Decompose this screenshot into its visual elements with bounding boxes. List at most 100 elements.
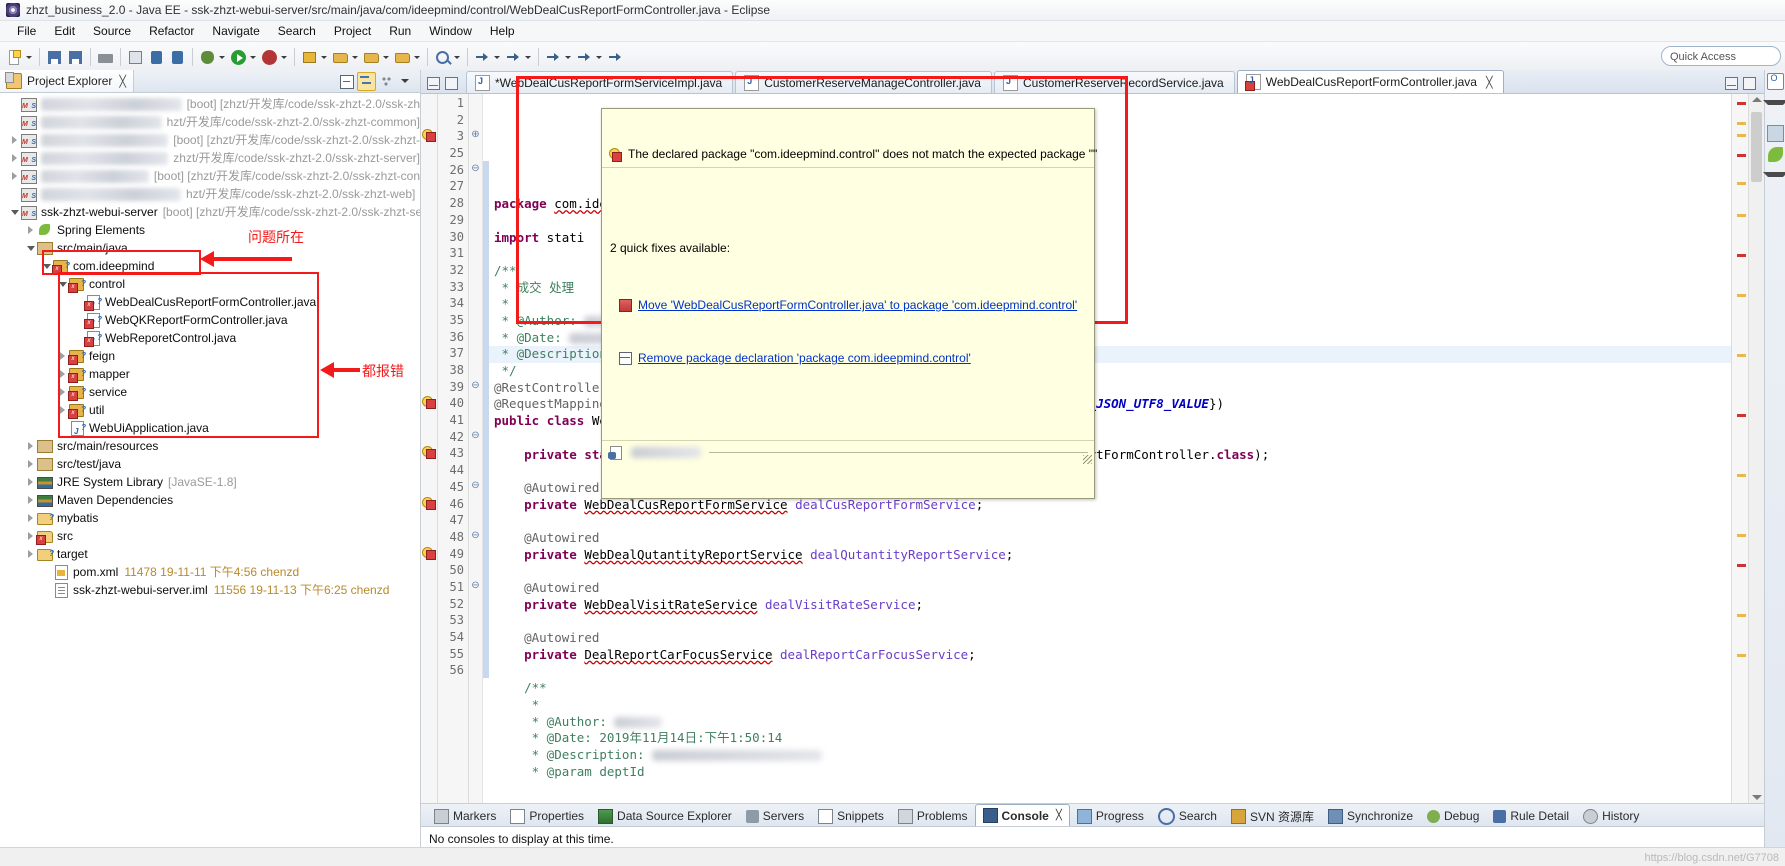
tree-row[interactable]: x? service xyxy=(0,383,420,401)
view-filters-icon[interactable] xyxy=(378,73,395,90)
run-dropdown[interactable] xyxy=(249,48,257,67)
close-icon[interactable]: ╳ xyxy=(119,75,126,88)
tree-row[interactable]: JRE System Library [JavaSE-1.8] xyxy=(0,473,420,491)
run-external-tools-button[interactable] xyxy=(260,48,279,67)
tree-row[interactable]: [boot] [zhzt/开发库/code/ssk-zhzt-2.0/ssk-z… xyxy=(0,95,420,116)
chevron-right-icon[interactable] xyxy=(24,478,37,486)
editor-body[interactable]: 1 2 3 25 26 27 28 29 30 31 32 33 34 35 36 37 38 39 40 41 42 4… xyxy=(421,94,1764,803)
new-source-button[interactable] xyxy=(393,48,412,67)
link-with-editor-icon[interactable] xyxy=(357,71,376,91)
menu-run[interactable]: Run xyxy=(380,22,420,40)
bottom-tab-servers[interactable]: Servers xyxy=(739,806,811,826)
chevron-right-icon[interactable] xyxy=(8,154,21,162)
scrollbar-thumb[interactable] xyxy=(1751,112,1762,182)
editor-marker-bar[interactable] xyxy=(421,94,438,803)
overview-error-mark[interactable] xyxy=(1737,294,1746,297)
collapse-icon[interactable] xyxy=(1762,172,1785,192)
menu-source[interactable]: Source xyxy=(84,22,140,40)
save-all-button[interactable] xyxy=(66,48,85,67)
chevron-right-icon[interactable] xyxy=(24,496,37,504)
fold-toggle-icon[interactable]: ⊖ xyxy=(469,480,482,497)
chevron-right-icon[interactable] xyxy=(8,136,21,144)
quick-fix-0[interactable]: Move 'WebDealCusReportFormController.jav… xyxy=(618,297,1088,314)
task-list-icon[interactable] xyxy=(1766,125,1784,142)
tree-row[interactable]: x? util xyxy=(0,401,420,419)
minimize-icon[interactable] xyxy=(427,77,440,90)
external-tools-dropdown[interactable] xyxy=(280,48,288,67)
resize-handle-icon[interactable] xyxy=(1083,454,1092,464)
overview-error-mark[interactable] xyxy=(1737,122,1746,125)
fold-toggle-icon[interactable]: ⊖ xyxy=(469,430,482,447)
tree-row[interactable]: hzt/开发库/code/ssk-zhzt-2.0/ssk-zhzt-web] xyxy=(0,185,420,206)
overview-error-mark[interactable] xyxy=(1737,102,1746,105)
menu-search[interactable]: Search xyxy=(269,22,325,40)
maximize-editor-icon[interactable] xyxy=(1743,77,1756,90)
new-wizard-dropdown[interactable] xyxy=(25,48,33,67)
menu-help[interactable]: Help xyxy=(481,22,524,40)
editor-code[interactable]: The declared package "com.ideepmind.cont… xyxy=(489,94,1731,803)
close-icon[interactable]: ╳ xyxy=(1486,76,1493,89)
editor-overview-ruler[interactable] xyxy=(1731,94,1748,803)
debug-dropdown[interactable] xyxy=(218,48,226,67)
chevron-right-icon[interactable] xyxy=(24,514,37,522)
fold-toggle-icon[interactable]: ⊖ xyxy=(469,530,482,547)
tree-row[interactable]: Maven Dependencies xyxy=(0,491,420,509)
fold-toggle-icon[interactable]: ⊕ xyxy=(469,129,482,146)
restore-icon[interactable] xyxy=(1725,77,1738,90)
overview-error-mark[interactable] xyxy=(1737,474,1746,477)
overview-error-mark[interactable] xyxy=(1737,614,1746,617)
editor-tab-0[interactable]: *WebDealCusReportFormServiceImpl.java xyxy=(466,71,734,93)
editor-tab-3[interactable]: WebDealCusReportFormController.java ╳ xyxy=(1236,70,1504,93)
tree-row[interactable]: x src xyxy=(0,527,420,545)
outline-view-icon[interactable] xyxy=(1766,73,1784,90)
tree-row[interactable]: hzt/开发库/code/ssk-zhzt-2.0/ssk-zhzt-commo… xyxy=(0,113,420,134)
overview-error-mark[interactable] xyxy=(1737,414,1746,417)
forward-dropdown[interactable] xyxy=(595,48,603,67)
view-menu-icon[interactable] xyxy=(397,73,414,90)
new-project-button[interactable] xyxy=(362,48,381,67)
tree-row[interactable]: x?WebDealCusReportFormController.java xyxy=(0,293,420,315)
fold-toggle-icon[interactable]: ⊖ xyxy=(469,380,482,397)
fold-toggle-icon[interactable]: ⊖ xyxy=(469,163,482,180)
tree-row[interactable]: ? mybatis xyxy=(0,509,420,527)
tree-row[interactable]: ? target xyxy=(0,545,420,563)
chevron-right-icon[interactable] xyxy=(24,550,37,558)
source-dropdown[interactable] xyxy=(413,48,421,67)
tree-row[interactable]: ssk-zhzt-webui-server.iml 11556 19-11-13 … xyxy=(0,581,420,599)
chevron-right-icon[interactable] xyxy=(24,442,37,450)
forward-button[interactable] xyxy=(575,48,594,67)
new-class-button[interactable] xyxy=(168,48,187,67)
scroll-down-icon[interactable] xyxy=(1752,795,1762,800)
search-button[interactable] xyxy=(433,48,452,67)
print-button[interactable] xyxy=(96,48,115,67)
coverage-button[interactable] xyxy=(300,48,319,67)
collapse-all-icon[interactable] xyxy=(338,73,355,90)
bottom-tab-properties[interactable]: Properties xyxy=(503,806,591,826)
back-button[interactable] xyxy=(544,48,563,67)
overview-error-mark[interactable] xyxy=(1737,564,1746,567)
overview-error-mark[interactable] xyxy=(1737,534,1746,537)
menu-edit[interactable]: Edit xyxy=(45,22,84,40)
new-java-package-button[interactable] xyxy=(331,48,350,67)
close-icon[interactable]: ╳ xyxy=(1056,810,1062,821)
build-button[interactable] xyxy=(126,48,145,67)
chevron-right-icon[interactable] xyxy=(24,460,37,468)
expand-icon[interactable] xyxy=(1762,100,1785,120)
open-type-button[interactable] xyxy=(147,48,166,67)
editor-tab-2[interactable]: CustomerReserveRecordService.java xyxy=(993,71,1235,93)
new-wizard-button[interactable] xyxy=(5,48,24,67)
coverage-dropdown[interactable] xyxy=(320,48,328,67)
overview-error-mark[interactable] xyxy=(1737,214,1746,217)
editor-tab-1[interactable]: CustomerReserveManageController.java xyxy=(735,71,992,93)
tree-row[interactable]: pom.xml 11478 19-11-11 下午4:56 chenzd xyxy=(0,563,420,581)
back-dropdown[interactable] xyxy=(564,48,572,67)
error-hover-popup[interactable]: The declared package "com.ideepmind.cont… xyxy=(601,108,1097,500)
tab-project-explorer[interactable]: Project Explorer ╳ xyxy=(0,70,134,92)
previous-annotation-dropdown[interactable] xyxy=(524,48,532,67)
chevron-down-icon[interactable] xyxy=(24,246,37,251)
spring-explorer-icon[interactable] xyxy=(1767,147,1783,162)
bottom-tab-svn-资源库[interactable]: SVN 资源库 xyxy=(1224,806,1321,826)
overview-error-mark[interactable] xyxy=(1737,654,1746,657)
menu-file[interactable]: File xyxy=(8,22,45,40)
project-dropdown[interactable] xyxy=(382,48,390,67)
